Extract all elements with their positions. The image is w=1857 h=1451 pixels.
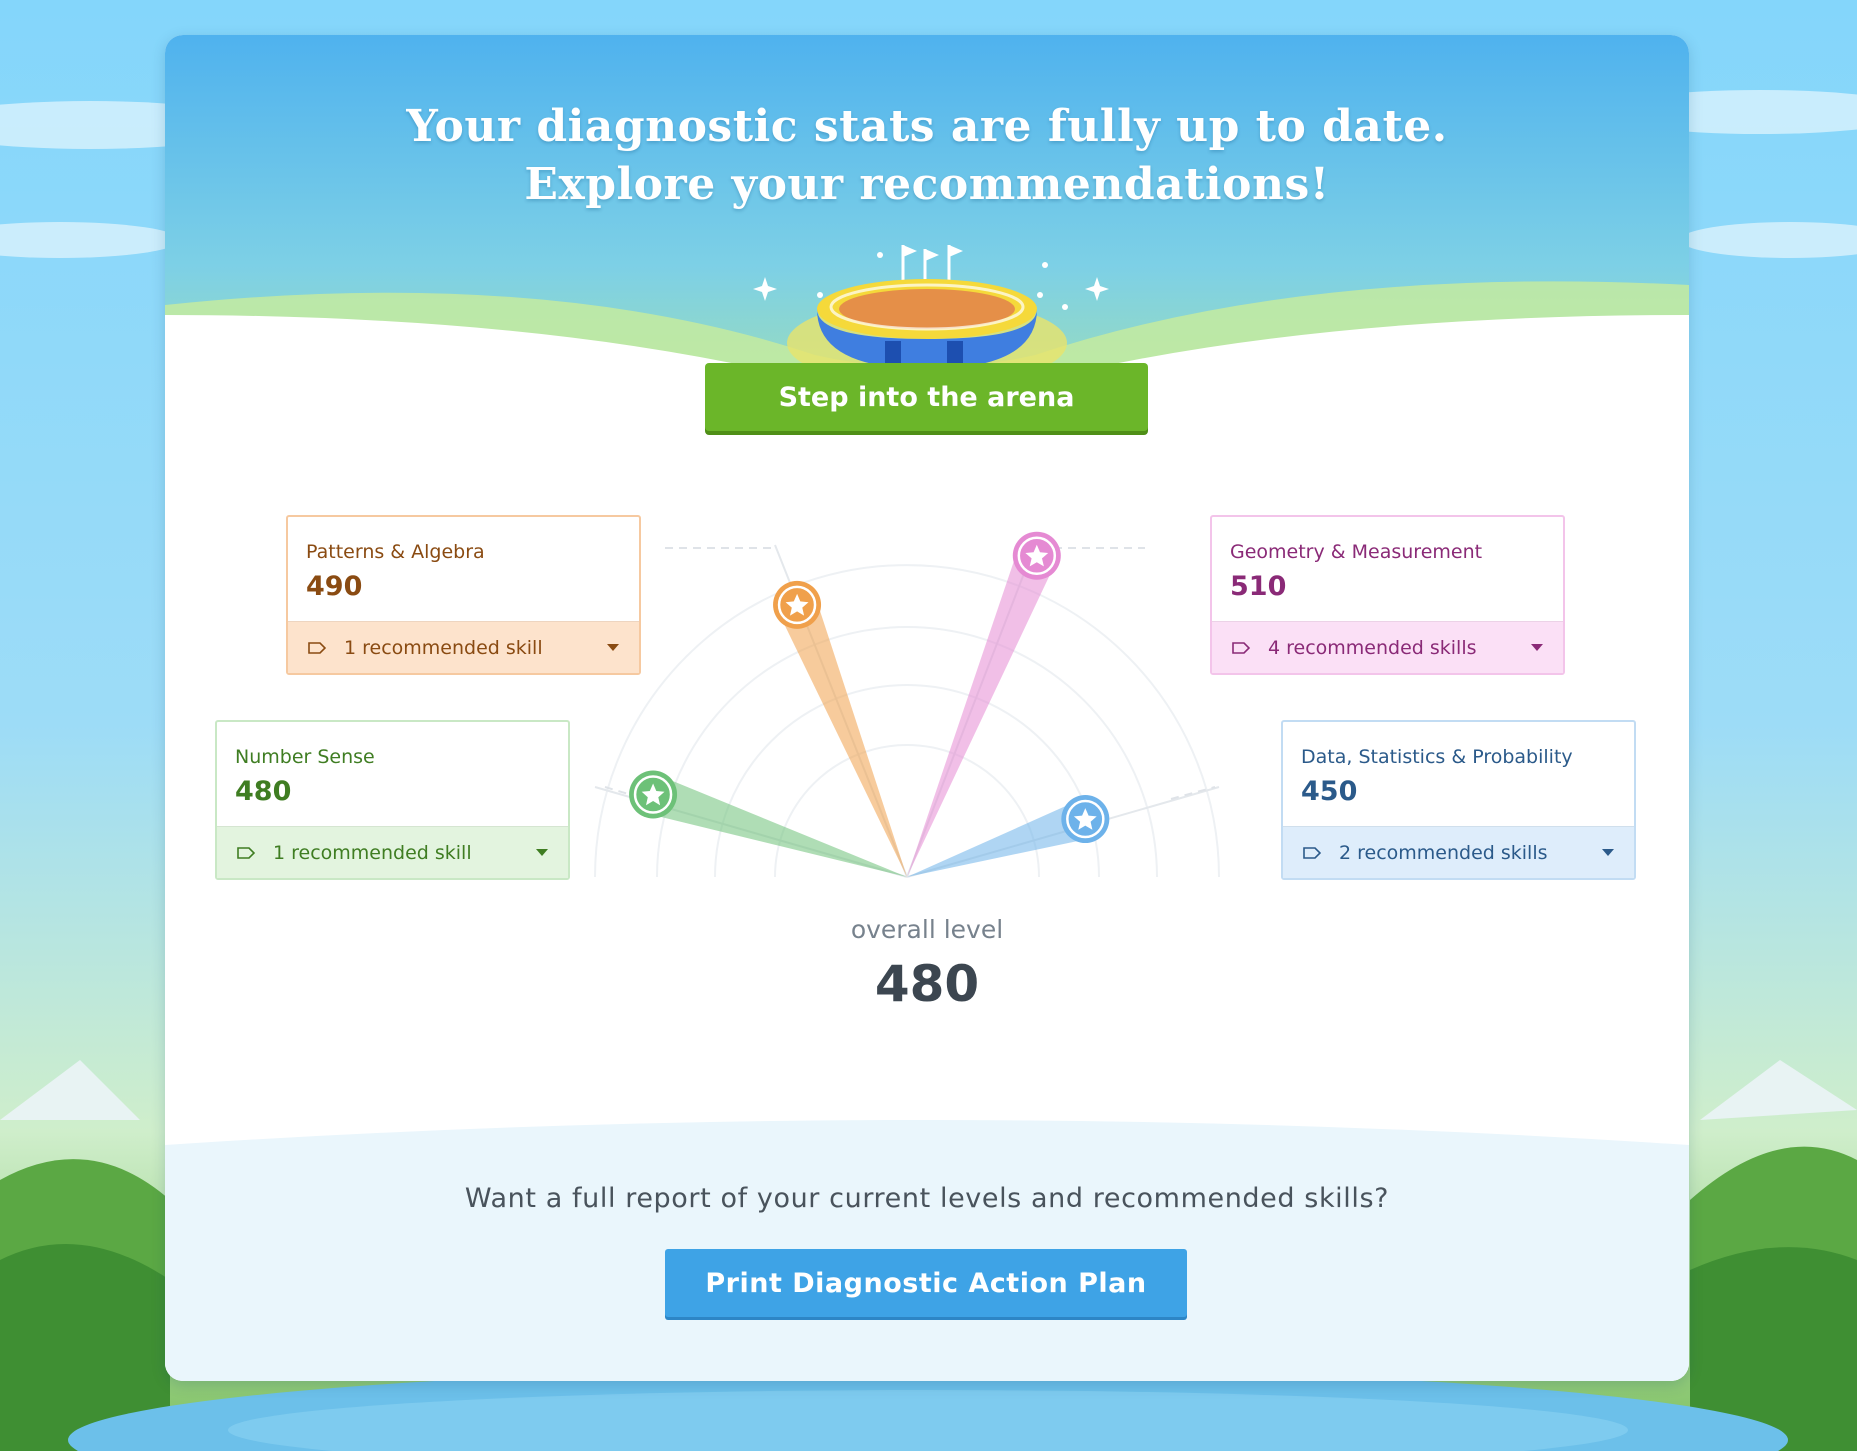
tag-icon <box>1232 641 1250 654</box>
tag-icon <box>237 846 255 859</box>
tag-icon <box>1303 846 1321 859</box>
recommended-skills-dropdown[interactable]: 1 recommended skill <box>288 621 639 673</box>
recommended-skills-label: 1 recommended skill <box>273 841 472 864</box>
strand-card-geometry-measurement: Geometry & Measurement 510 4 recommended… <box>1210 515 1565 675</box>
caret-down-icon <box>1602 849 1614 856</box>
overall-level-label: overall level <box>850 915 1004 944</box>
strand-score: 510 <box>1230 571 1287 602</box>
recommended-skills-dropdown[interactable]: 1 recommended skill <box>217 826 568 878</box>
strand-card-patterns-algebra: Patterns & Algebra 490 1 recommended ski… <box>286 515 641 675</box>
strand-name: Number Sense <box>235 746 375 768</box>
overall-level-value: 480 <box>874 955 980 1013</box>
recommended-skills-label: 2 recommended skills <box>1339 841 1548 864</box>
caret-down-icon <box>536 849 548 856</box>
strand-name: Patterns & Algebra <box>306 541 485 563</box>
recommended-skills-label: 1 recommended skill <box>344 636 543 659</box>
strand-name: Geometry & Measurement <box>1230 541 1483 563</box>
strand-name: Data, Statistics & Probability <box>1301 746 1573 768</box>
strand-card-number-sense: Number Sense 480 1 recommended skill <box>215 720 570 880</box>
headline-line-1: Your diagnostic stats are fully up to da… <box>406 101 1448 152</box>
strand-card-data-statistics-probability: Data, Statistics & Probability 450 2 rec… <box>1281 720 1636 880</box>
strand-score: 490 <box>306 571 363 602</box>
strand-score: 450 <box>1301 776 1358 807</box>
recommended-skills-dropdown[interactable]: 4 recommended skills <box>1212 621 1563 673</box>
diagnostic-stats-card: Your diagnostic stats are fully up to da… <box>165 35 1689 1381</box>
caret-down-icon <box>607 644 619 651</box>
recommended-skills-label: 4 recommended skills <box>1268 636 1477 659</box>
recommended-skills-dropdown[interactable]: 2 recommended skills <box>1283 826 1634 878</box>
full-report-question: Want a full report of your current level… <box>464 1183 1390 1214</box>
headline-line-2: Explore your recommendations! <box>524 159 1330 210</box>
caret-down-icon <box>1531 644 1543 651</box>
step-into-arena-button[interactable]: Step into the arena <box>705 363 1148 431</box>
tag-icon <box>308 641 326 654</box>
print-action-plan-button[interactable]: Print Diagnostic Action Plan <box>665 1249 1187 1317</box>
strand-score: 480 <box>235 776 292 807</box>
